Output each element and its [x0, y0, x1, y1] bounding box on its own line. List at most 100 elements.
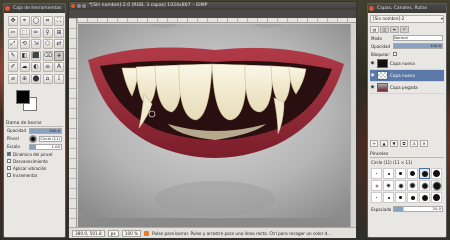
eye-icon[interactable]: ◉ — [370, 85, 375, 90]
scale-slider[interactable]: 1.00 — [29, 143, 62, 150]
vertical-ruler[interactable] — [69, 18, 77, 228]
brush-swatch[interactable] — [395, 192, 406, 203]
eye-icon[interactable]: ◉ — [370, 73, 375, 78]
brush-swatch[interactable] — [395, 168, 406, 179]
tool-button[interactable]: ☁ — [19, 62, 30, 72]
tool-button[interactable]: ⌖ — [19, 16, 30, 26]
brush-swatch[interactable] — [371, 192, 382, 203]
tool-button[interactable]: ⚹ — [54, 50, 64, 61]
brush-swatch[interactable] — [383, 192, 394, 203]
unit-select[interactable]: px — [107, 229, 119, 237]
tool-button[interactable]: ⤢ — [8, 39, 18, 49]
tab-undo[interactable]: ↶ — [400, 26, 409, 33]
mode-row: Modo Normal — [368, 34, 446, 42]
eye-icon[interactable]: ◉ — [370, 61, 375, 66]
tool-button[interactable]: ⊞ — [54, 27, 64, 38]
tool-button[interactable]: ◯ — [31, 16, 41, 26]
tool-button[interactable]: ⇲ — [31, 39, 41, 49]
tool-button[interactable]: ⟲ — [19, 39, 30, 49]
tool-button[interactable]: A — [54, 62, 64, 72]
layer-row-selected[interactable]: ◉ Capa nueva — [370, 70, 444, 82]
brush-swatch[interactable] — [371, 168, 382, 179]
duplicate-layer-icon[interactable]: ⧉ — [400, 140, 408, 147]
tab-layers[interactable]: ▤ — [370, 26, 379, 33]
tool-button[interactable]: ⚲ — [42, 27, 53, 38]
layer-opacity-slider[interactable]: 100.0 — [393, 43, 443, 49]
raise-layer-icon[interactable]: ▲ — [380, 140, 388, 147]
brush-dynamics-check[interactable]: Dinámica del pincel — [4, 151, 65, 158]
brush-swatch[interactable] — [383, 180, 394, 191]
brush-preview-icon[interactable] — [29, 134, 37, 143]
tool-button[interactable]: ⛶ — [54, 16, 64, 26]
brush-swatch[interactable] — [419, 168, 430, 179]
tool-button[interactable]: ✐ — [8, 62, 18, 72]
close-icon[interactable] — [369, 6, 374, 11]
image-window-title: *[Sin nombre]-2.0 (RGB, 3 capas) 1024x80… — [89, 3, 208, 8]
tool-button[interactable]: ⇄ — [54, 39, 64, 49]
horizontal-ruler[interactable] — [77, 18, 356, 23]
brush-shape-icon — [410, 183, 415, 188]
tool-button[interactable]: ⌂ — [42, 73, 53, 84]
tool-button[interactable]: ◧ — [19, 50, 30, 61]
brush-swatch[interactable] — [395, 180, 406, 191]
tool-button[interactable]: ≡ — [42, 62, 53, 72]
new-layer-icon[interactable]: + — [370, 140, 378, 147]
zoom-select[interactable]: 100 % — [121, 229, 142, 237]
tool-button[interactable]: ⌗ — [42, 16, 53, 26]
brush-swatch[interactable] — [383, 168, 394, 179]
lower-layer-icon[interactable]: ▼ — [390, 140, 398, 147]
jitter-check[interactable]: Aplicar vibración — [4, 165, 65, 172]
foreground-color-swatch[interactable] — [16, 89, 30, 104]
anchor-icon[interactable]: ⚓ — [410, 140, 418, 147]
image-canvas[interactable] — [78, 24, 350, 227]
close-icon[interactable] — [5, 6, 10, 11]
image-selector[interactable]: [Sin nombre]-2 ▾ — [370, 15, 444, 23]
close-icon[interactable] — [71, 4, 75, 8]
vertical-scrollbar[interactable] — [350, 24, 356, 227]
delete-layer-icon[interactable]: ✕ — [420, 140, 428, 147]
tool-button[interactable]: ⬚ — [19, 27, 30, 38]
brush-swatch[interactable] — [419, 192, 430, 203]
brush-shape-icon — [387, 172, 390, 175]
brush-swatch[interactable] — [431, 192, 442, 203]
tool-button[interactable]: ⬛ — [31, 50, 41, 61]
tool-button[interactable]: ✎ — [8, 50, 18, 61]
tool-button[interactable]: ⬤ — [31, 73, 41, 84]
brush-shape-icon — [421, 170, 428, 177]
tool-button[interactable]: ⊕ — [19, 73, 30, 84]
layer-row[interactable]: ◉ Capa pegada — [370, 82, 444, 94]
brush-swatch[interactable] — [431, 180, 442, 191]
tool-button[interactable]: ✥ — [8, 16, 18, 26]
maximize-icon[interactable] — [82, 4, 86, 8]
tab-paths[interactable]: ✒ — [390, 26, 399, 33]
lock-pixels-checkbox[interactable] — [393, 52, 397, 56]
brush-swatch[interactable] — [407, 180, 418, 191]
brush-swatch[interactable] — [407, 192, 418, 203]
layer-row[interactable]: ◉ Capa nueva — [370, 58, 444, 70]
minimize-icon[interactable] — [76, 4, 81, 8]
brush-swatch[interactable] — [431, 168, 442, 179]
tool-button[interactable]: ⟟ — [54, 73, 64, 84]
tool-button[interactable]: ⌫ — [42, 50, 53, 61]
brush-swatch[interactable] — [419, 180, 430, 191]
brush-name-field[interactable]: Circle (11) — [39, 135, 62, 142]
layer-name: Capa nueva — [390, 73, 415, 78]
brush-swatch[interactable] — [371, 180, 382, 191]
opacity-slider[interactable]: 100.0 — [29, 127, 62, 134]
brush-shape-icon — [375, 184, 378, 187]
fade-check[interactable]: Desvanecimiento — [4, 158, 65, 165]
incremental-check[interactable]: Incremental — [4, 172, 65, 179]
status-bar: 380.0, 501.8 px 100 % Pulse para borrar.… — [69, 227, 356, 238]
tool-button[interactable]: ✏ — [31, 27, 41, 38]
brush-swatch[interactable] — [407, 168, 418, 179]
tool-button[interactable]: ⌀ — [8, 73, 18, 84]
tool-button[interactable]: ✂ — [8, 27, 18, 38]
tool-button[interactable]: ◐ — [31, 62, 41, 72]
mode-select[interactable]: Normal — [393, 35, 443, 41]
layer-actions: + ▲ ▼ ⧉ ⚓ ✕ — [368, 138, 446, 149]
spacing-slider[interactable]: 20.0 — [393, 206, 443, 212]
tool-button[interactable]: ⬡ — [42, 39, 53, 49]
menubar[interactable] — [69, 10, 356, 18]
tab-channels[interactable]: ◫ — [380, 26, 389, 33]
image-selector-value: [Sin nombre]-2 — [373, 16, 405, 21]
